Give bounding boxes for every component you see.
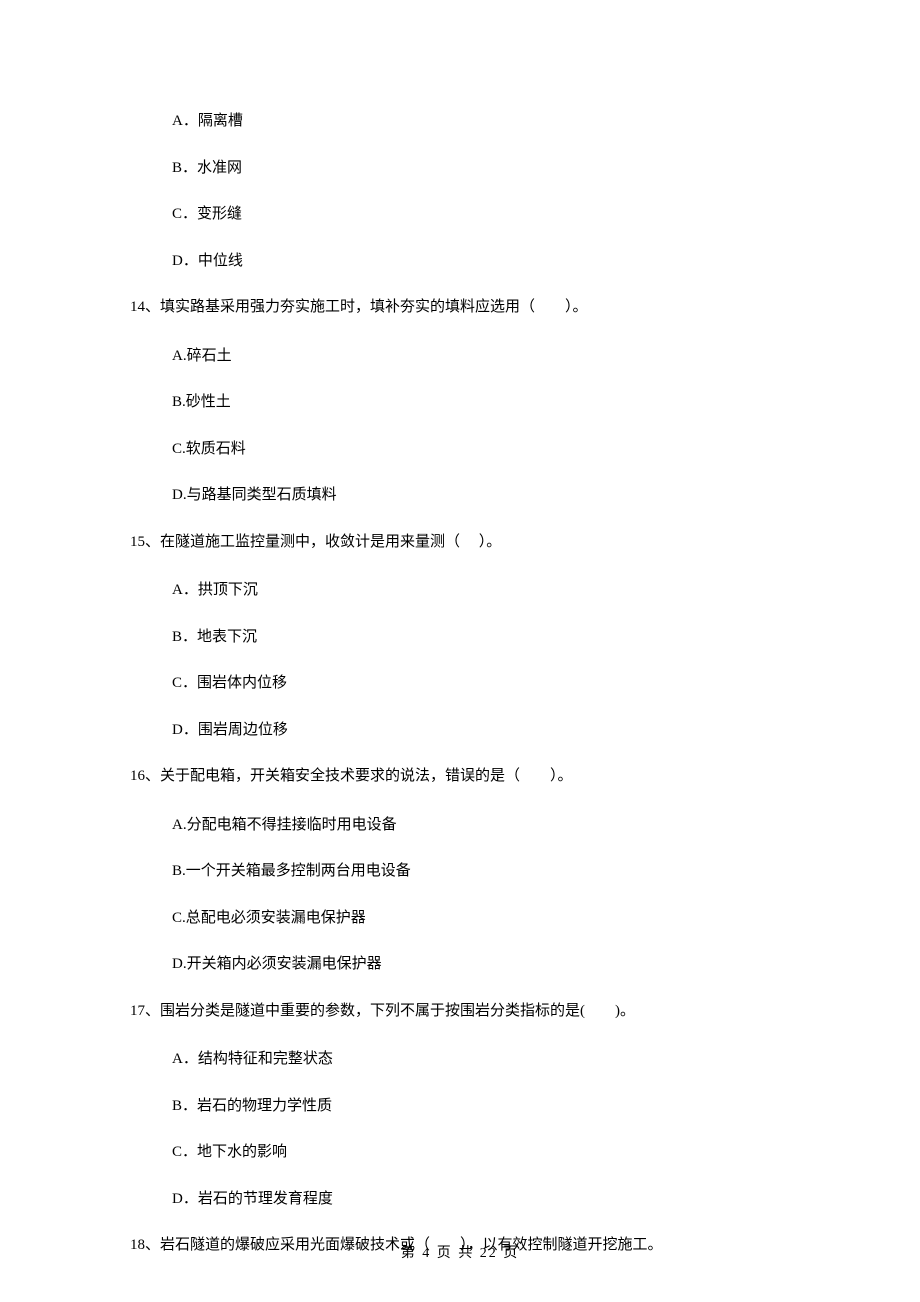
q15-option-a: A．拱顶下沉	[130, 579, 790, 602]
q17-text: 17、围岩分类是隧道中重要的参数，下列不属于按围岩分类指标的是( )。	[130, 1000, 790, 1023]
q15-option-d: D．围岩周边位移	[130, 719, 790, 742]
q15-option-c: C．围岩体内位移	[130, 672, 790, 695]
q14-option-a: A.碎石土	[130, 345, 790, 368]
page-footer: 第 4 页 共 22 页	[0, 1242, 920, 1262]
q17-option-a: A．结构特征和完整状态	[130, 1048, 790, 1071]
q13-option-b: B．水准网	[130, 157, 790, 180]
q17-option-c: C．地下水的影响	[130, 1141, 790, 1164]
q16-text: 16、关于配电箱，开关箱安全技术要求的说法，错误的是（ ）。	[130, 765, 790, 788]
q16-option-c: C.总配电必须安装漏电保护器	[130, 907, 790, 930]
q14-text: 14、填实路基采用强力夯实施工时，填补夯实的填料应选用（ ）。	[130, 296, 790, 319]
q17-option-b: B．岩石的物理力学性质	[130, 1095, 790, 1118]
q17-option-d: D．岩石的节理发育程度	[130, 1188, 790, 1211]
q16-option-d: D.开关箱内必须安装漏电保护器	[130, 953, 790, 976]
q14-option-b: B.砂性土	[130, 391, 790, 414]
q13-option-c: C．变形缝	[130, 203, 790, 226]
q16-option-b: B.一个开关箱最多控制两台用电设备	[130, 860, 790, 883]
q14-option-c: C.软质石料	[130, 438, 790, 461]
q15-option-b: B．地表下沉	[130, 626, 790, 649]
q13-option-d: D．中位线	[130, 250, 790, 273]
q14-option-d: D.与路基同类型石质填料	[130, 484, 790, 507]
q13-option-a: A．隔离槽	[130, 110, 790, 133]
q16-option-a: A.分配电箱不得挂接临时用电设备	[130, 814, 790, 837]
q15-text: 15、在隧道施工监控量测中，收敛计是用来量测（ ）。	[130, 531, 790, 554]
